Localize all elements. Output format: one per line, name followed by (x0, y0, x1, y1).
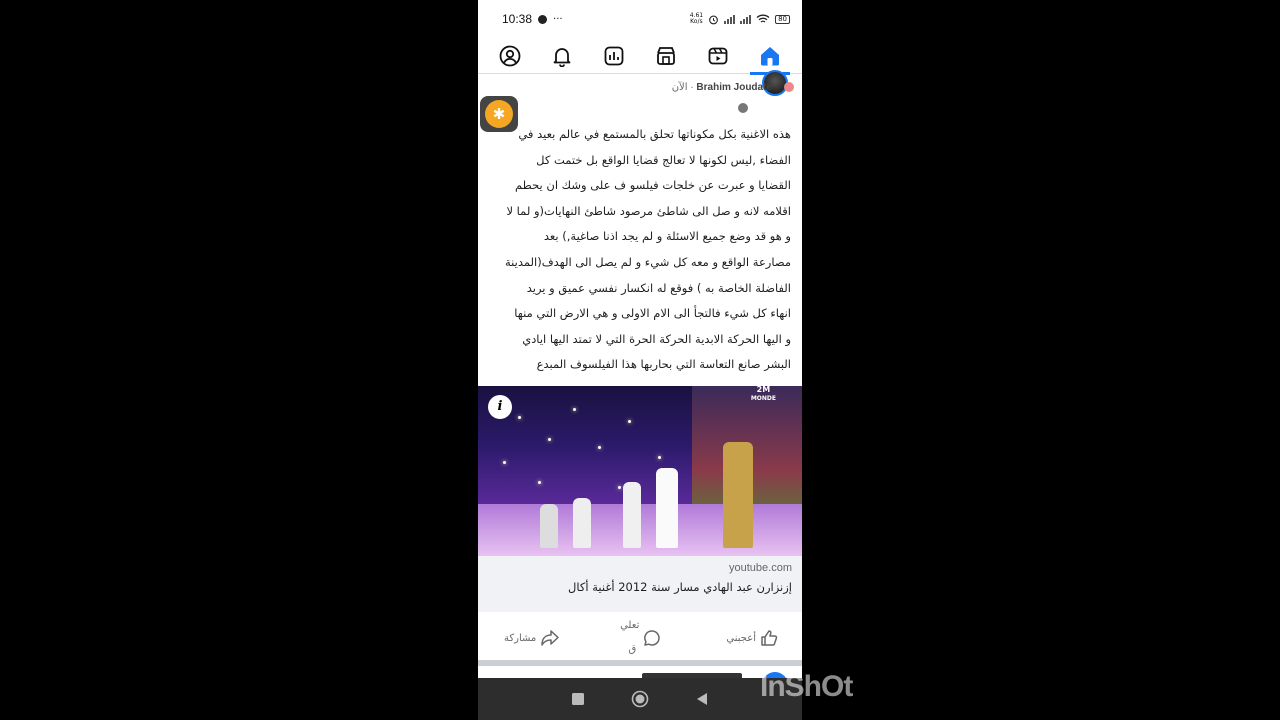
inshot-watermark: InShOt (760, 670, 853, 703)
stage-light (618, 486, 621, 489)
avatar-badge (784, 82, 794, 92)
home-button-icon[interactable] (631, 690, 649, 708)
phone-screen: 10:38 ··· 4.61 Ko/s 80 Brahim Joudate · … (478, 0, 802, 720)
marketplace-icon[interactable] (650, 40, 682, 72)
post-text: هذه الاغنية بكل مكوناتها تحلق بالمستمع ف… (484, 122, 791, 378)
post-text-line: القضايا و عبرت عن خلجات فيلسو ف على وشك … (515, 178, 791, 193)
separator: · (690, 82, 694, 93)
post-text-line: البشر صانع التعاسة التي بحاربها هذا الفي… (536, 357, 791, 372)
thumbs-up-icon (761, 630, 778, 646)
share-label: مشاركة (504, 632, 537, 644)
link-title: إزنزارن عبد الهادي مسار سنة 2012 أغنية أ… (568, 580, 792, 594)
signal-icon (724, 14, 736, 24)
post-text-line: مصارعة الواقع و معه كل شيء و لم يصل الى … (504, 254, 791, 269)
info-button[interactable]: i (488, 395, 512, 419)
stage-light (538, 481, 541, 484)
share-button[interactable]: مشاركة (504, 629, 560, 647)
post-text-line: اقلامه لانه و صل الى شاطئ مرصود شاطئ الن… (506, 203, 791, 218)
post-text-line: الفضاء ,ليس لكونها لا تعالج قضايا الواقع… (536, 152, 791, 167)
wifi-icon (756, 14, 770, 23)
network-speed: 4.61 Ko/s (690, 13, 703, 25)
stage-light (628, 420, 631, 423)
home-icon[interactable] (750, 40, 790, 75)
stage-light (503, 461, 506, 464)
performer (623, 482, 641, 548)
post-text-line: هذه الاغنية بكل مكوناتها تحلق بالمستمع ف… (518, 127, 791, 141)
performer (573, 498, 591, 548)
link-preview[interactable]: youtube.com إزنزارن عبد الهادي مسار سنة … (478, 556, 802, 612)
recents-icon[interactable] (571, 692, 585, 706)
dashboard-icon[interactable] (598, 40, 630, 72)
channel-logo: 2M MONDE (751, 386, 776, 403)
comment-label: تعلي ق (620, 614, 639, 662)
post-text-line: الفاضلة الخاصة به ) فوقع له انكسار نفسي … (526, 280, 791, 295)
share-icon (541, 630, 560, 646)
post-text-line: و هو قد وضع جميع الاسئلة و لم يجد اذنا ص… (543, 229, 791, 244)
back-icon[interactable] (695, 692, 709, 706)
system-navigation-bar (478, 678, 802, 720)
post-time[interactable]: الآن (672, 82, 688, 93)
video-icon[interactable] (702, 40, 734, 72)
stage-light (598, 446, 601, 449)
like-label: أعجبني (726, 632, 756, 644)
comment-label-line1: تعلي (620, 620, 640, 631)
profile-icon[interactable] (494, 40, 526, 72)
post-text-line: انهاء كل شيء فالتجأ الى الام الاولى و هي… (514, 306, 791, 321)
comment-icon (644, 630, 661, 646)
notifications-icon[interactable] (546, 40, 578, 72)
stage-light (573, 408, 576, 411)
battery-icon: 80 (775, 14, 790, 24)
author-line: Brahim Joudate · الآن (672, 82, 772, 93)
post-actions: أعجبني تعلي ق مشاركة (478, 618, 802, 658)
author-name[interactable]: Brahim Joudate (696, 82, 772, 93)
clock: 10:38 (502, 12, 533, 26)
video-thumbnail[interactable]: 2M MONDE i (478, 386, 802, 556)
performer (723, 442, 753, 548)
link-domain: youtube.com (729, 562, 792, 574)
more-dots-icon: ··· (553, 13, 563, 25)
comment-button[interactable]: تعلي ق (620, 614, 661, 662)
status-bar: 10:38 ··· 4.61 Ko/s 80 (478, 0, 802, 38)
channel-logo-subtext: MONDE (750, 395, 776, 402)
like-button[interactable]: أعجبني (726, 629, 778, 647)
stage-light (518, 416, 521, 419)
network-speed-unit: Ko/s (690, 18, 703, 25)
channel-logo-text: 2M (756, 386, 771, 394)
comment-label-line2: ق (628, 644, 637, 655)
top-navigation (478, 38, 802, 75)
messenger-icon (538, 14, 548, 24)
performer (540, 504, 558, 548)
performer (656, 468, 678, 548)
alarm-icon (709, 15, 718, 24)
stage-light (658, 456, 661, 459)
globe-icon (738, 103, 748, 113)
stage-light (548, 438, 551, 441)
post-text-line: و اليها الحركة الابدية الحركة الحرة التي… (522, 331, 791, 346)
post-header: Brahim Joudate · الآن (478, 70, 802, 124)
signal-icon-2 (740, 14, 752, 24)
